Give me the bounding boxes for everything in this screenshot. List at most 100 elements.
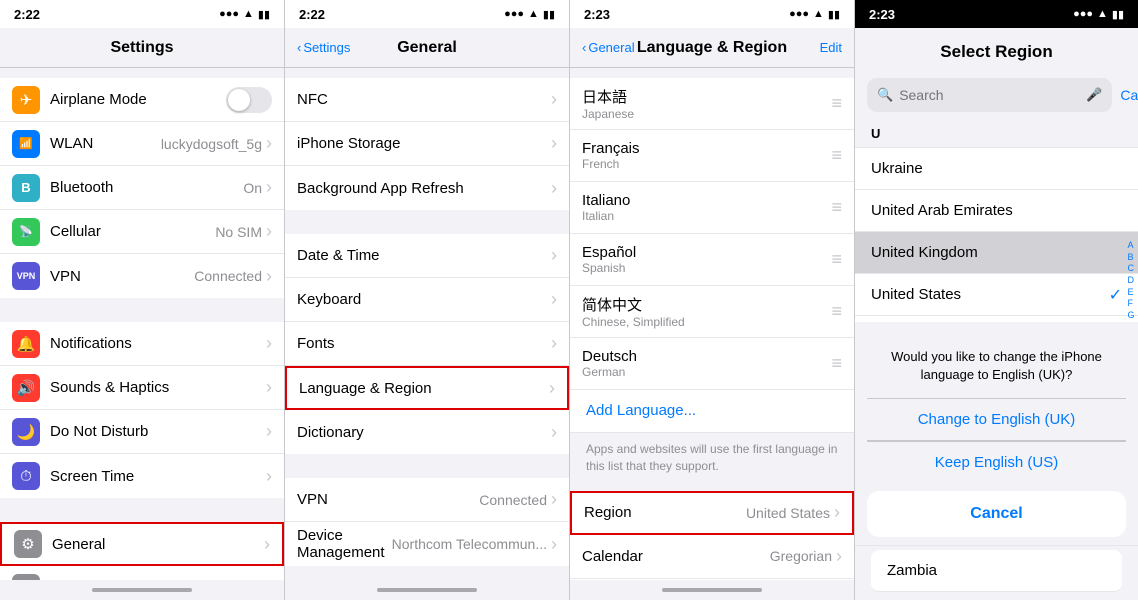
lang-native-3: Español bbox=[582, 244, 636, 261]
region-list-wrap[interactable]: U Ukraine United Arab Emirates United Ki… bbox=[855, 120, 1138, 322]
general-scroll[interactable]: NFC iPhone Storage Background App Refres… bbox=[285, 68, 569, 580]
panel-language-region: 2:23 ●●● ▲ ▮▮ ‹ General Language & Regio… bbox=[570, 0, 855, 600]
row-bluetooth[interactable]: B Bluetooth On bbox=[0, 166, 284, 210]
settings-scroll[interactable]: ✈ Airplane Mode 📶 WLAN luckydogsoft_5g B… bbox=[0, 68, 284, 580]
cancel-button-bottom[interactable]: Cancel bbox=[867, 491, 1126, 537]
row-vpn2[interactable]: VPN Connected bbox=[285, 478, 569, 522]
row-date-time[interactable]: Date & Time bbox=[285, 234, 569, 278]
region-name-uae: United Arab Emirates bbox=[871, 202, 1013, 219]
row-calendar[interactable]: Calendar Gregorian bbox=[570, 535, 854, 579]
select-region-title: Select Region bbox=[855, 28, 1138, 70]
network-group: ✈ Airplane Mode 📶 WLAN luckydogsoft_5g B… bbox=[0, 78, 284, 298]
keep-english-us-button[interactable]: Keep English (US) bbox=[867, 441, 1126, 483]
row-region[interactable]: Region United States bbox=[570, 491, 854, 535]
wifi-icon-3: ▲ bbox=[813, 8, 824, 20]
wifi-icon-2: ▲ bbox=[528, 8, 539, 20]
bluetooth-chevron bbox=[266, 177, 272, 198]
general-group: ⚙ General ☰ Control Center ☀ Display & B… bbox=[0, 522, 284, 580]
region-chevron bbox=[834, 502, 840, 523]
row-screen-time[interactable]: ⏱ Screen Time bbox=[0, 454, 284, 498]
search-input-wrap[interactable]: 🔍 🎤 bbox=[867, 78, 1112, 112]
region-ukraine[interactable]: Ukraine bbox=[855, 148, 1138, 190]
airplane-toggle[interactable] bbox=[226, 87, 272, 113]
lang-japanese[interactable]: 日本語 Japanese ≡ bbox=[570, 78, 854, 130]
row-dictionary[interactable]: Dictionary bbox=[285, 410, 569, 454]
row-notifications[interactable]: 🔔 Notifications bbox=[0, 322, 284, 366]
region-name-uk: United Kingdom bbox=[871, 244, 978, 261]
row-wlan[interactable]: 📶 WLAN luckydogsoft_5g bbox=[0, 122, 284, 166]
change-to-uk-button[interactable]: Change to English (UK) bbox=[867, 398, 1126, 441]
battery-icon-3: ▮▮ bbox=[828, 8, 840, 21]
row-bg-refresh[interactable]: Background App Refresh bbox=[285, 166, 569, 210]
lang-italian[interactable]: Italiano Italian ≡ bbox=[570, 182, 854, 234]
drag-handle-5: ≡ bbox=[831, 353, 842, 374]
drag-handle-3: ≡ bbox=[831, 249, 842, 270]
signal-icon-3: ●●● bbox=[789, 8, 809, 20]
lang-english-1: French bbox=[582, 157, 640, 171]
keyboard-label: Keyboard bbox=[297, 291, 551, 308]
row-temperature[interactable]: Temperature Unit °F bbox=[570, 579, 854, 580]
row-device-mgmt[interactable]: Device Management Northcom Telecommun... bbox=[285, 522, 569, 566]
region-us[interactable]: United States ✓ bbox=[855, 274, 1138, 316]
signal-icon: ●●● bbox=[219, 8, 239, 20]
fonts-chevron bbox=[551, 333, 557, 354]
airplane-label: Airplane Mode bbox=[50, 91, 222, 108]
search-cancel-button[interactable]: Cancel bbox=[1120, 87, 1138, 103]
notifications-icon: 🔔 bbox=[12, 330, 40, 358]
language-region-scroll[interactable]: 日本語 Japanese ≡ Français French ≡ Italian… bbox=[570, 68, 854, 580]
cellular-value: No SIM bbox=[215, 224, 262, 240]
alpha-index[interactable]: ABC DEF GHI JKL MNO PQR STU VWX YZ bbox=[1128, 240, 1137, 322]
notifications-label: Notifications bbox=[50, 335, 266, 352]
search-input[interactable] bbox=[899, 87, 1080, 103]
region-uruguay[interactable]: Uruguay bbox=[855, 316, 1138, 322]
sounds-chevron bbox=[266, 377, 272, 398]
dnd-label: Do Not Disturb bbox=[50, 423, 266, 440]
row-vpn[interactable]: VPN VPN Connected bbox=[0, 254, 284, 298]
panel-settings: 2:22 ●●● ▲ ▮▮ Settings ✈ Airplane Mode 📶… bbox=[0, 0, 285, 600]
row-keyboard[interactable]: Keyboard bbox=[285, 278, 569, 322]
vpn2-label: VPN bbox=[297, 491, 479, 508]
wifi-icon-4: ▲ bbox=[1097, 8, 1108, 20]
row-airplane-mode[interactable]: ✈ Airplane Mode bbox=[0, 78, 284, 122]
notifications-group: 🔔 Notifications 🔊 Sounds & Haptics 🌙 Do … bbox=[0, 322, 284, 498]
status-bar-2: 2:22 ●●● ▲ ▮▮ bbox=[285, 0, 569, 28]
bg-refresh-label: Background App Refresh bbox=[297, 180, 551, 197]
row-fonts[interactable]: Fonts bbox=[285, 322, 569, 366]
nav-bar-3: ‹ General Language & Region Edit bbox=[570, 28, 854, 68]
mic-icon: 🎤 bbox=[1086, 87, 1102, 103]
row-language-region[interactable]: Language & Region bbox=[285, 366, 569, 410]
control-center-label: Control Center bbox=[50, 579, 266, 580]
device-mgmt-chevron bbox=[551, 534, 557, 555]
back-label-3: General bbox=[588, 40, 634, 55]
region-zambia[interactable]: Zambia bbox=[871, 550, 1122, 592]
region-uae[interactable]: United Arab Emirates bbox=[855, 190, 1138, 232]
edit-button[interactable]: Edit bbox=[820, 40, 842, 55]
lang-german[interactable]: Deutsch German ≡ bbox=[570, 338, 854, 390]
bluetooth-label: Bluetooth bbox=[50, 179, 243, 196]
time-1: 2:22 bbox=[14, 7, 40, 22]
row-iphone-storage[interactable]: iPhone Storage bbox=[285, 122, 569, 166]
lang-spanish[interactable]: Español Spanish ≡ bbox=[570, 234, 854, 286]
general-group-3: VPN Connected Device Management Northcom… bbox=[285, 478, 569, 566]
panel-select-region: 2:23 ●●● ▲ ▮▮ Select Region 🔍 🎤 Cancel U… bbox=[855, 0, 1138, 600]
dnd-chevron bbox=[266, 421, 272, 442]
row-general[interactable]: ⚙ General bbox=[0, 522, 284, 566]
language-region-label: Language & Region bbox=[299, 380, 549, 397]
general-group-1: NFC iPhone Storage Background App Refres… bbox=[285, 78, 569, 210]
add-language-row[interactable]: Add Language... bbox=[570, 390, 854, 433]
zambia-row: Zambia bbox=[855, 545, 1138, 596]
calendar-chevron bbox=[836, 546, 842, 567]
region-uk[interactable]: United Kingdom bbox=[855, 232, 1138, 274]
row-control-center[interactable]: ☰ Control Center bbox=[0, 566, 284, 580]
region-section: Region United States Calendar Gregorian … bbox=[570, 491, 854, 580]
row-sounds[interactable]: 🔊 Sounds & Haptics bbox=[0, 366, 284, 410]
row-nfc[interactable]: NFC bbox=[285, 78, 569, 122]
row-cellular[interactable]: 📡 Cellular No SIM bbox=[0, 210, 284, 254]
back-button-3[interactable]: ‹ General bbox=[582, 40, 635, 55]
lang-chinese[interactable]: 简体中文 Chinese, Simplified ≡ bbox=[570, 286, 854, 338]
row-do-not-disturb[interactable]: 🌙 Do Not Disturb bbox=[0, 410, 284, 454]
bg-refresh-chevron bbox=[551, 178, 557, 199]
back-button-2[interactable]: ‹ Settings bbox=[297, 40, 350, 55]
keyboard-chevron bbox=[551, 289, 557, 310]
lang-french[interactable]: Français French ≡ bbox=[570, 130, 854, 182]
